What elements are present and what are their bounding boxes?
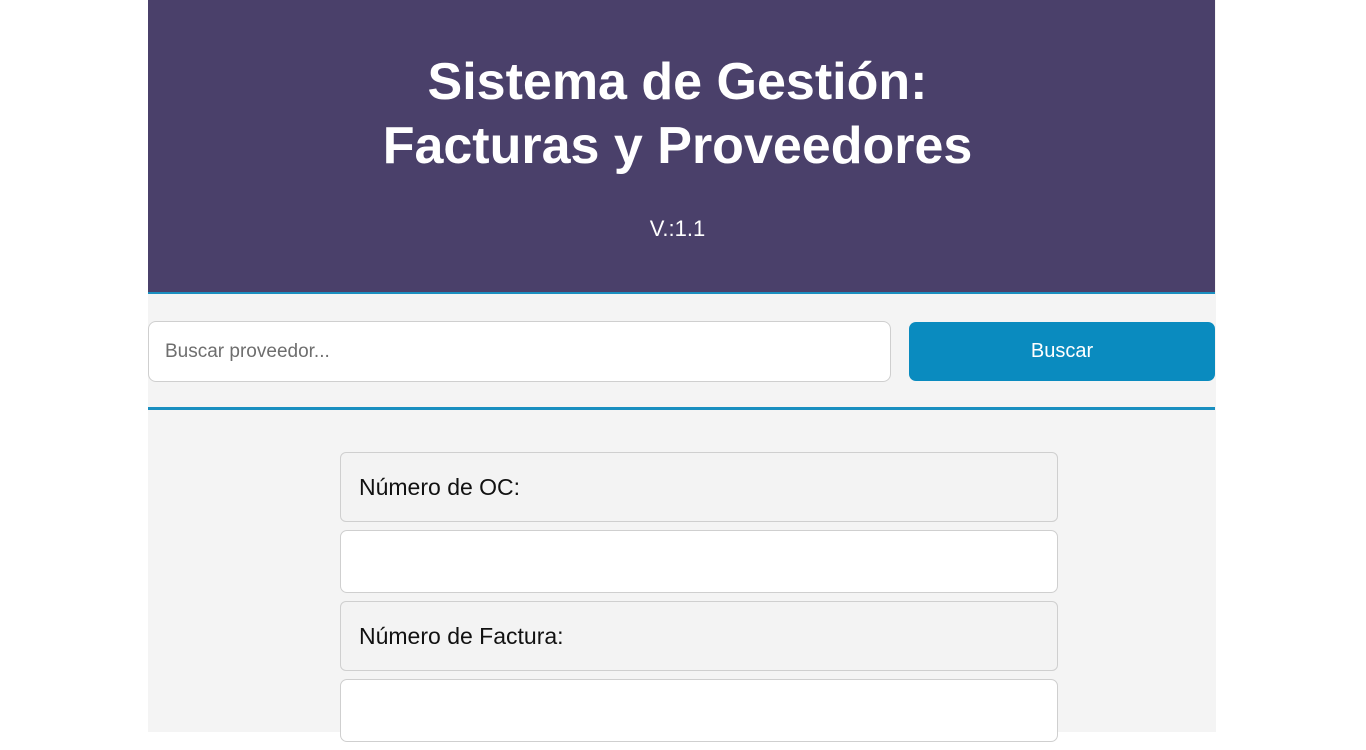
oc-number-label: Número de OC: bbox=[340, 452, 1058, 522]
app-title-line-2: Facturas y Proveedores bbox=[382, 117, 973, 175]
search-bar: Buscar bbox=[148, 292, 1215, 410]
app-header: Sistema de Gestión: Facturas y Proveedor… bbox=[148, 0, 1215, 292]
invoice-number-input[interactable] bbox=[340, 679, 1058, 742]
supplier-search-input[interactable] bbox=[148, 321, 891, 382]
app-version: V.:1.1 bbox=[649, 216, 706, 241]
search-button[interactable]: Buscar bbox=[909, 322, 1215, 381]
oc-number-input[interactable] bbox=[340, 530, 1058, 593]
app-title-line-1: Sistema de Gestión: bbox=[427, 53, 928, 111]
page-container: Sistema de Gestión: Facturas y Proveedor… bbox=[148, 0, 1216, 742]
invoice-number-label: Número de Factura: bbox=[340, 601, 1058, 671]
invoice-form: Número de OC: Número de Factura: bbox=[340, 452, 1058, 750]
